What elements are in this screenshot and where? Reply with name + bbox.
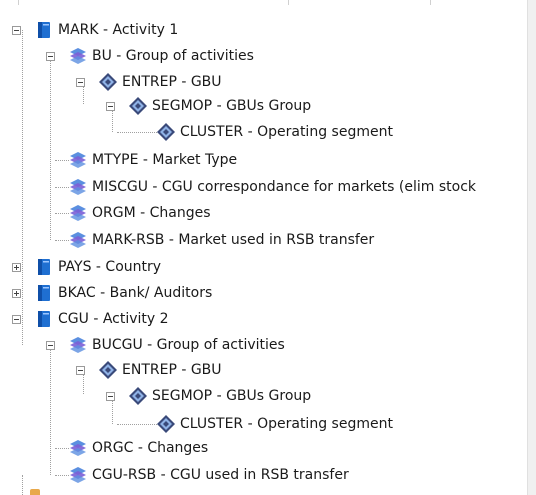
tree-connector [55,475,69,476]
hierarchy-link-icon [68,230,88,250]
tree-connector [55,448,69,449]
tree-node-label: SEGMOP - GBUs Group [152,98,312,114]
hierarchy-link-icon [68,465,88,485]
tree-node[interactable]: SEGMOP - GBUs Group [128,93,311,119]
tree-node-label: ENTREP - GBU [122,74,222,90]
tree-connector [83,84,84,104]
tree-node[interactable]: CGU - Activity 2 [34,306,169,332]
tree-node-label: CLUSTER - Operating segment [180,416,393,432]
column-divider [430,0,431,5]
tree-node[interactable]: ENTREP - GBU [98,69,222,95]
collapse-toggle[interactable] [106,102,115,111]
diamond-level-icon [128,386,148,406]
collapse-toggle[interactable] [12,315,21,324]
collapse-toggle[interactable] [106,392,115,401]
hierarchy-link-icon [68,438,88,458]
tree-node[interactable]: MISCGU - CGU correspondance for markets … [68,174,476,200]
tree-connector [22,30,23,345]
tree-connector [22,475,23,495]
tree-node-label: CGU-RSB - CGU used in RSB transfer [92,467,349,483]
tree-node[interactable]: PAYS - Country [34,254,161,280]
hierarchy-link-icon [68,150,88,170]
expand-toggle[interactable] [12,263,21,272]
diamond-level-icon [98,72,118,92]
tree-connector [55,240,69,241]
collapse-toggle[interactable] [12,26,21,35]
diamond-level-icon [98,360,118,380]
folder-icon [30,489,40,495]
collapse-toggle[interactable] [46,52,55,61]
tree-connector [112,398,113,424]
tree-connector [55,160,69,161]
tree-node[interactable]: MARK - Activity 1 [34,17,178,43]
tree-node[interactable]: BKAC - Bank/ Auditors [34,280,212,306]
tree-connector [55,187,69,188]
tree-node-label: MTYPE - Market Type [92,152,238,168]
tree-node-label: BUCGU - Group of activities [92,337,285,353]
collapse-toggle[interactable] [76,78,85,87]
vertical-scrollbar[interactable] [527,0,536,495]
dimension-book-icon [34,257,54,277]
diamond-level-icon [156,122,176,142]
tree-node[interactable]: ORGM - Changes [68,200,211,226]
dimension-book-icon [34,283,54,303]
hierarchy-link-icon [68,203,88,223]
tree-node-label: CLUSTER - Operating segment [180,124,393,140]
tree-node-label: BU - Group of activities [92,48,254,64]
dimension-book-icon [34,20,54,40]
tree-connector [117,132,157,133]
tree-connector [83,372,84,394]
tree-node[interactable]: BUCGU - Group of activities [68,332,285,358]
tree-node-label: MISCGU - CGU correspondance for markets … [92,179,477,195]
tree-node[interactable]: SEGMOP - GBUs Group [128,383,311,409]
tree-node[interactable]: MTYPE - Market Type [68,147,237,173]
diamond-level-icon [156,414,176,434]
tree-connector [55,213,69,214]
dimension-book-icon [34,309,54,329]
tree-connector [50,345,51,475]
collapse-toggle[interactable] [46,341,55,350]
tree-node-label: MARK - Activity 1 [58,22,179,38]
column-divider [288,0,289,5]
tree-node[interactable]: CGU-RSB - CGU used in RSB transfer [68,462,349,488]
tree-node-label: MARK-RSB - Market used in RSB transfer [92,232,375,248]
tree-node[interactable]: MARK-RSB - Market used in RSB transfer [68,227,374,253]
tree-connector [117,424,157,425]
dimension-tree: MARK - Activity 1 BU - Group of activitie… [0,0,536,495]
hierarchy-link-icon [68,46,88,66]
tree-node-label: ENTREP - GBU [122,362,222,378]
diamond-level-icon [128,96,148,116]
tree-node[interactable]: ORGC - Changes [68,435,208,461]
tree-node[interactable]: CLUSTER - Operating segment [156,411,393,437]
tree-node[interactable]: ENTREP - GBU [98,357,222,383]
tree-node-label: PAYS - Country [58,259,162,275]
tree-node-label: ORGM - Changes [92,205,211,221]
tree-node-label: SEGMOP - GBUs Group [152,388,312,404]
tree-connector [112,110,113,132]
tree-node-label: CGU - Activity 2 [58,311,169,327]
column-divider [18,0,19,5]
tree-connector [50,60,51,240]
expand-toggle[interactable] [12,289,21,298]
tree-node-label: ORGC - Changes [92,440,209,456]
hierarchy-link-icon [68,177,88,197]
tree-node[interactable]: BU - Group of activities [68,43,254,69]
tree-node[interactable]: CLUSTER - Operating segment [156,119,393,145]
hierarchy-link-icon [68,335,88,355]
tree-node-label: BKAC - Bank/ Auditors [58,285,213,301]
collapse-toggle[interactable] [76,366,85,375]
